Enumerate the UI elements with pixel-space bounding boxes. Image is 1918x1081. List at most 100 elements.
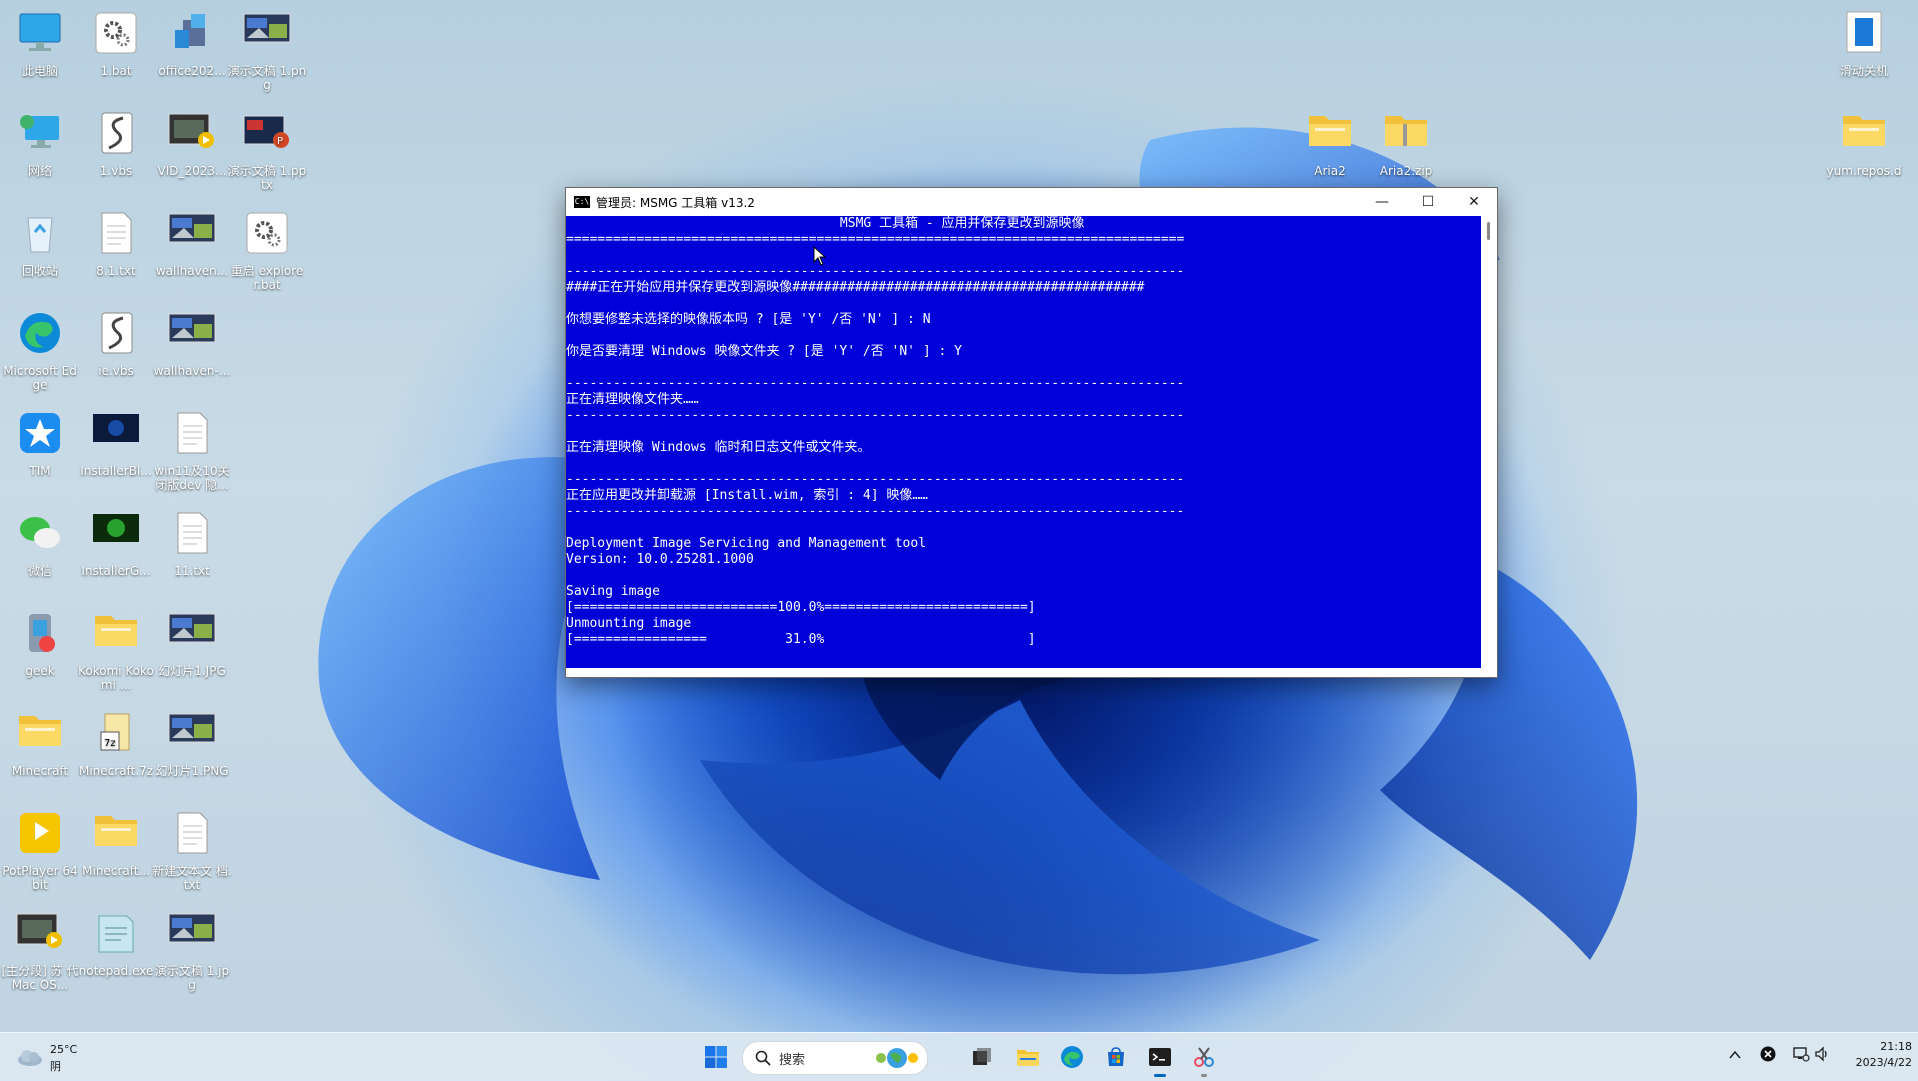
desktop-icon[interactable]: Kokomi Kokomi ... [76,606,156,692]
desktop-icon[interactable]: 11.txt [152,506,232,578]
console-output[interactable]: MSMG 工具箱 - 应用并保存更改到源映像 ==================… [566,216,1481,668]
desktop-icon[interactable]: notepad.exe [76,906,156,978]
image-file-icon [167,310,217,360]
desktop-icon[interactable]: 幻灯片1.PNG [152,706,232,778]
taskbar-terminal-active[interactable] [1144,1041,1176,1077]
desktop-icon[interactable]: geek [0,606,80,678]
active-app-indicator [1154,1074,1166,1077]
taskbar-edge[interactable] [1056,1041,1088,1073]
desktop-icon[interactable]: 1.bat [76,6,156,78]
desktop-icon[interactable]: 微信 [0,506,80,578]
terminal-icon [1149,1048,1171,1066]
scrollbar-thumb[interactable] [1487,222,1490,240]
network-icon [15,110,65,160]
desktop-icon[interactable]: PotPlayer 64 bit [0,806,80,892]
desktop-icon[interactable]: 演示文稿 1.png [227,6,307,92]
console-line: Version: 10.0.25281.1000 [566,552,754,567]
desktop-icon[interactable]: 演示文稿 1.jpg [152,906,232,992]
desktop-icon-label: Kokomi Kokomi ... [78,664,154,692]
console-line: ----------------------------------------… [566,408,1185,423]
taskbar-search[interactable]: 搜索 [742,1041,928,1075]
tim-icon [15,410,65,460]
desktop-icon[interactable]: ie.vbs [76,306,156,378]
desktop-icon-label: office202... [158,64,226,78]
windows-logo-icon [705,1046,727,1068]
earth-day-highlight-icon [876,1048,918,1068]
desktop-icon-label: geek [25,664,55,678]
start-button[interactable] [700,1041,732,1073]
network-status-icon [1793,1047,1810,1062]
taskbar-file-explorer[interactable] [1012,1041,1044,1073]
cmd-icon: C:\ [574,196,590,208]
taskbar-task-view[interactable] [966,1041,998,1073]
console-line: ----------------------------------------… [566,504,1185,519]
close-button[interactable]: ✕ [1451,188,1497,216]
desktop-icon[interactable]: Aria2.zip [1366,106,1446,178]
desktop-icon[interactable]: Microsoft Edge [0,306,80,392]
pptx-file-icon: P [242,110,292,160]
desktop-icon[interactable]: 滑动关机 [1824,6,1904,78]
desktop-icon[interactable]: Minecraft [0,706,80,778]
msmg-console-window[interactable]: C:\ 管理员: MSMG 工具箱 v13.2 — ☐ ✕ MSMG 工具箱 -… [565,187,1498,678]
desktop-icon[interactable]: InstallerG... [76,506,156,578]
desktop-icon-label: 重启 explorer.bat [230,264,304,292]
console-line: 你是否要清理 Windows 映像文件夹 ? [是 'Y' /否 'N' ] :… [566,344,962,359]
minimize-button[interactable]: — [1359,188,1405,216]
desktop-icon[interactable]: yum.repos.d [1824,106,1904,178]
potplayer-icon [15,810,65,860]
maximize-button[interactable]: ☐ [1405,188,1451,216]
desktop-icon[interactable]: 重启 explorer.bat [227,206,307,292]
desktop-icon[interactable]: 新建文本文 档.txt [152,806,232,892]
text-file-icon [91,210,141,260]
folder-icon [91,610,141,660]
desktop-icon[interactable]: 幻灯片1.JPG [152,606,232,678]
console-line: [================= 31.0% ] [566,632,1036,647]
bat-gear-icon [91,10,141,60]
desktop-icon[interactable]: 回收站 [0,206,80,278]
desktop-icon[interactable]: win11及10关 闭版dev 隐... [152,406,232,492]
console-line: 正在清理映像 Windows 临时和日志文件或文件夹。 [566,440,871,455]
clock-date: 2023/4/22 [1855,1056,1912,1069]
console-line: [==========================100.0%=======… [566,600,1036,615]
desktop-icon-label: Minecraft.7z [78,764,154,778]
desktop-icon[interactable]: VID_2023... [152,106,232,178]
vertical-scrollbar[interactable] [1481,216,1497,668]
desktop-icon-label: Aria2.zip [1379,164,1433,178]
desktop-icon[interactable]: 8.1.txt [76,206,156,278]
taskbar-snipping-tool[interactable] [1188,1041,1220,1077]
clock-button[interactable]: 21:18 2023/4/22 [1836,1039,1912,1075]
console-titlebar[interactable]: C:\ 管理员: MSMG 工具箱 v13.2 — ☐ ✕ [566,188,1497,216]
desktop-icon[interactable]: Aria2 [1290,106,1370,178]
image-file-icon [167,210,217,260]
desktop-icon[interactable]: TIM [0,406,80,478]
show-hidden-icons-button[interactable] [1728,1047,1744,1063]
desktop-icon[interactable]: [主分段] 苏 代Mac OS... [0,906,80,992]
desktop-icon[interactable]: office202... [152,6,232,78]
desktop-icon[interactable]: InstallerBl... [76,406,156,478]
desktop-icon[interactable]: 此电脑 [0,6,80,78]
console-line: ----------------------------------------… [566,264,1185,279]
weather-desc: 阴 [50,1060,61,1073]
desktop-icon[interactable]: 7z Minecraft.7z [76,706,156,778]
image-file-icon [167,610,217,660]
mouse-cursor-icon [813,246,827,266]
cloudy-weather-icon [18,1050,42,1066]
desktop-icon[interactable]: P 演示文稿 1.pptx [227,106,307,192]
archive-icon: 7z [91,710,141,760]
taskbar-store[interactable] [1100,1041,1132,1073]
file-explorer-icon [1017,1050,1039,1066]
weather-widget[interactable]: 25°C 阴 [16,1041,106,1073]
computer-icon [15,10,65,60]
weather-temp: 25°C [50,1043,78,1056]
desktop-icon[interactable]: wallhaven... [152,206,232,278]
desktop-icon[interactable]: 1.vbs [76,106,156,178]
taskbar: 25°C 阴 搜索 21:18 2023/4/22 [0,1032,1918,1081]
console-line: ####正在开始应用并保存更改到源映像#####################… [566,280,1145,295]
network-button[interactable] [1792,1046,1810,1064]
desktop-icon[interactable]: wallhaven-... [152,306,232,378]
volume-button[interactable] [1814,1046,1832,1064]
tray-app-button[interactable] [1760,1046,1778,1064]
desktop-icon[interactable]: Minecraft... [76,806,156,878]
desktop-icon-label: Minecraft... [82,864,150,878]
desktop-icon[interactable]: 网络 [0,106,80,178]
